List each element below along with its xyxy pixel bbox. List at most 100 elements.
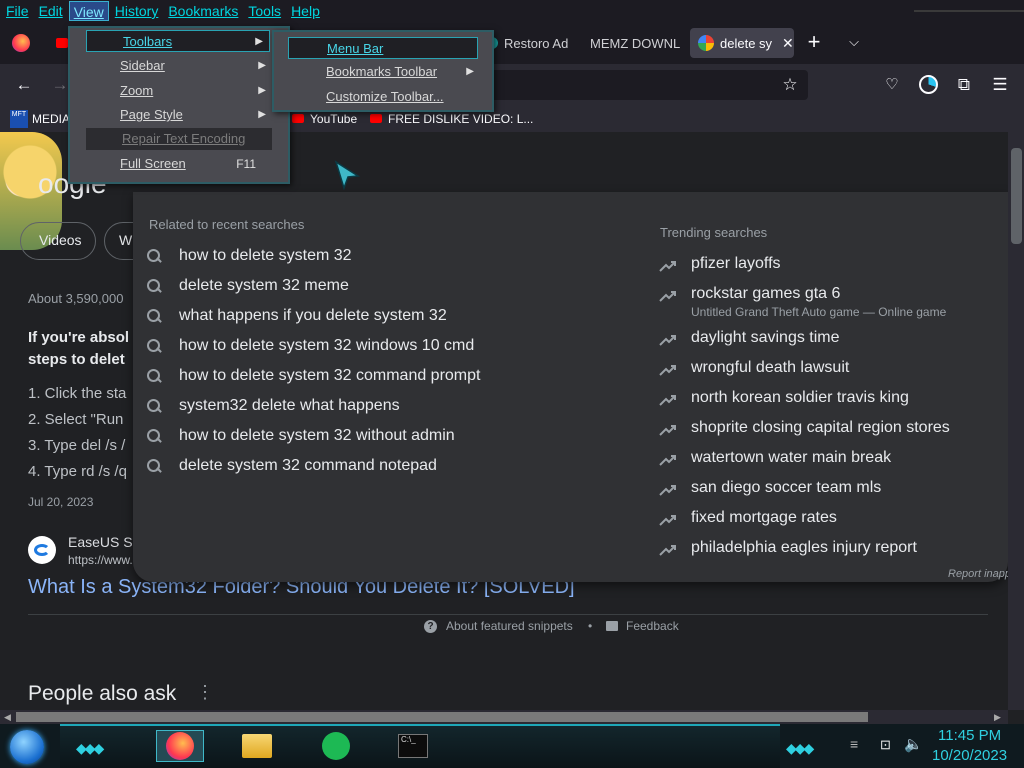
trending-item[interactable]: san diego soccer team mls	[659, 479, 881, 499]
search-icon	[147, 369, 161, 383]
extensions-icon[interactable]: ⧉	[952, 73, 976, 97]
suggestion-item[interactable]: delete system 32 meme	[147, 271, 349, 301]
trending-icon	[659, 545, 676, 556]
bookmark-youtube[interactable]: YouTube	[310, 112, 357, 126]
clock-date[interactable]: 10/20/2023	[932, 747, 1007, 764]
scroll-left-icon[interactable]: ◀	[4, 712, 11, 723]
search-icon	[147, 339, 161, 353]
snippet-step-3: 3. Type del /s /	[28, 437, 126, 454]
menu-item-full-screen[interactable]: Full Screen F11	[120, 153, 272, 175]
menu-item-toolbars[interactable]: Toolbars ▶	[86, 30, 270, 52]
start-button-icon[interactable]	[10, 730, 44, 764]
horizontal-scrollbar-thumb[interactable]	[16, 712, 868, 722]
divider	[28, 614, 988, 615]
trending-item[interactable]: pfizer layoffs	[659, 255, 781, 275]
snippet-bold-line-1: If you're absol	[28, 329, 130, 346]
menu-history[interactable]: History	[111, 1, 163, 21]
command-prompt-taskbar-icon[interactable]: C:\_	[398, 734, 428, 758]
trending-icon	[659, 425, 676, 436]
volume-icon[interactable]: 🔈	[904, 735, 923, 753]
file-explorer-taskbar-icon[interactable]	[242, 734, 272, 758]
site-name[interactable]: EaseUS So	[68, 534, 140, 550]
back-arrow-icon[interactable]: ←	[12, 73, 36, 97]
trending-icon	[659, 515, 676, 526]
menu-tools[interactable]: Tools	[244, 1, 285, 21]
bookmark-free-dislike[interactable]: FREE DISLIKE VIDEO: L...	[388, 112, 533, 126]
about-featured-snippets-link[interactable]: About featured snippets	[446, 619, 573, 633]
scroll-right-icon[interactable]: ▶	[994, 712, 1001, 723]
menu-item-repair-text-encoding[interactable]: Repair Text Encoding	[86, 128, 272, 150]
trending-icon	[659, 291, 676, 302]
youtube-tab-icon[interactable]	[56, 38, 68, 48]
snippet-step-4: 4. Type rd /s /q	[28, 463, 127, 480]
show-hidden-icons[interactable]: ≡	[850, 736, 858, 752]
clock-time[interactable]: 11:45 PM	[938, 727, 1001, 744]
menu-bar: File Edit View History Bookmarks Tools H…	[0, 0, 1024, 22]
chip-videos[interactable]: Videos	[20, 222, 96, 260]
account-icon[interactable]	[919, 75, 938, 94]
menu-view[interactable]: View	[68, 1, 109, 21]
menu-item-zoom[interactable]: Zoom ▶	[120, 80, 272, 102]
menu-item-menu-bar[interactable]: Menu Bar	[288, 37, 478, 59]
spotify-taskbar-icon[interactable]	[322, 732, 350, 760]
suggestion-item[interactable]: system32 delete what happens	[147, 391, 400, 421]
trending-icon	[659, 395, 676, 406]
menu-item-bookmarks-toolbar[interactable]: Bookmarks Toolbar ▶	[326, 61, 480, 83]
search-icon	[147, 249, 161, 263]
menu-file[interactable]: File	[2, 1, 33, 21]
tab-memz[interactable]: MEMZ DOWNL	[582, 28, 682, 58]
network-icon[interactable]: ⊡	[880, 737, 891, 753]
bookmark-media[interactable]: MEDIA	[32, 112, 70, 126]
trending-item[interactable]: philadelphia eagles injury report	[659, 539, 917, 559]
menu-help[interactable]: Help	[287, 1, 324, 21]
suggestion-item[interactable]: how to delete system 32 windows 10 cmd	[147, 331, 474, 361]
firefox-menu-icon[interactable]	[12, 34, 30, 52]
trending-item[interactable]: north korean soldier travis king	[659, 389, 909, 409]
trending-item[interactable]: daylight savings time	[659, 329, 840, 349]
firefox-taskbar-icon[interactable]	[166, 732, 194, 760]
snippet-date: Jul 20, 2023	[28, 495, 94, 509]
view-menu: Toolbars ▶ Sidebar ▶ Zoom ▶ Page Style ▶ Rep…	[68, 26, 290, 184]
search-icon	[147, 309, 161, 323]
search-icon	[147, 429, 161, 443]
toolbars-submenu: Menu Bar Bookmarks Toolbar ▶ Customize To…	[272, 30, 494, 112]
suggestion-item[interactable]: delete system 32 command notepad	[147, 451, 437, 481]
new-tab-icon[interactable]: +	[802, 30, 826, 54]
suggestion-item[interactable]: what happens if you delete system 32	[147, 301, 447, 331]
submenu-arrow-icon: ▶	[258, 109, 266, 120]
trending-item[interactable]: shoprite closing capital region stores	[659, 419, 950, 439]
trending-item[interactable]: watertown water main break	[659, 449, 891, 469]
snippet-step-1: 1. Click the sta	[28, 385, 127, 402]
pocket-icon[interactable]: ♡	[880, 73, 904, 97]
google-favicon	[698, 35, 714, 51]
submenu-arrow-icon: ▶	[255, 36, 263, 47]
feedback-link[interactable]: Feedback	[626, 619, 679, 633]
menu-item-sidebar[interactable]: Sidebar ▶	[120, 55, 272, 77]
menu-edit[interactable]: Edit	[35, 1, 67, 21]
trending-item[interactable]: rockstar games gta 6 Untitled Grand Theft…	[659, 285, 946, 321]
trending-item[interactable]: fixed mortgage rates	[659, 509, 837, 529]
report-inappropriate-link[interactable]: Report inapp	[948, 568, 1011, 580]
more-options-icon[interactable]: ⋮	[196, 682, 214, 703]
media-bookmark-icon: MFT	[10, 110, 28, 128]
search-icon	[147, 279, 161, 293]
menu-item-page-style[interactable]: Page Style ▶	[120, 104, 272, 126]
suggestion-item[interactable]: how to delete system 32 without admin	[147, 421, 455, 451]
site-url[interactable]: https://www.	[68, 553, 133, 567]
hamburger-menu-icon[interactable]: ☰	[988, 73, 1012, 97]
list-tabs-icon[interactable]: ⌵	[842, 30, 866, 54]
suggestion-item[interactable]: how to delete system 32	[147, 241, 352, 271]
vertical-scrollbar-thumb[interactable]	[1011, 148, 1022, 244]
submenu-arrow-icon: ▶	[258, 85, 266, 96]
tab-google-search[interactable]: delete sy ✕	[690, 28, 794, 58]
trending-icon	[659, 455, 676, 466]
trending-icon	[659, 365, 676, 376]
shortcut-label: F11	[236, 157, 256, 171]
help-icon: ?	[424, 620, 437, 633]
close-tab-icon[interactable]: ✕	[782, 35, 794, 52]
menu-item-customize-toolbar[interactable]: Customize Toolbar...	[326, 86, 480, 108]
menu-bookmarks[interactable]: Bookmarks	[164, 1, 242, 21]
suggestion-item[interactable]: how to delete system 32 command prompt	[147, 361, 480, 391]
trending-item[interactable]: wrongful death lawsuit	[659, 359, 849, 379]
bookmark-star-icon[interactable]: ☆	[778, 73, 802, 97]
